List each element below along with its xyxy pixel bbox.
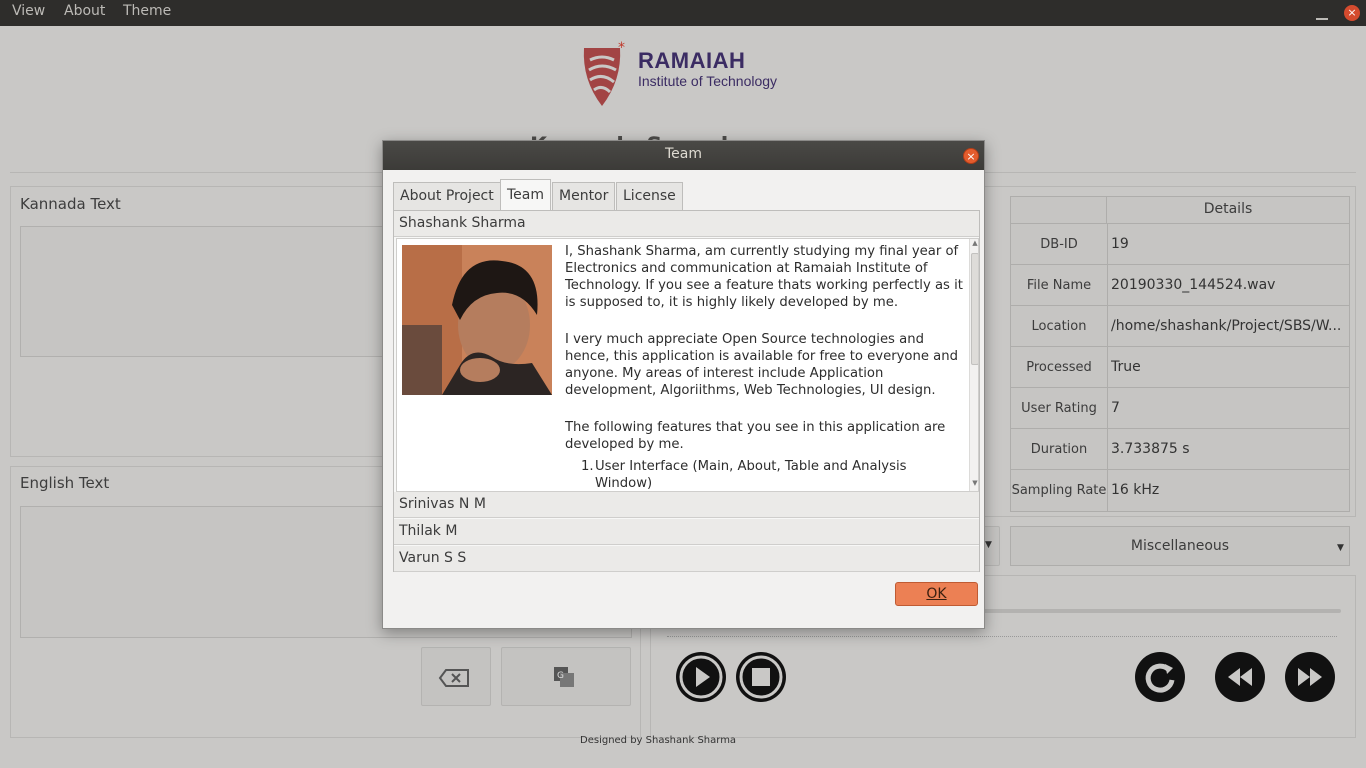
fast-forward-button[interactable] [1285,652,1335,702]
kannada-text-label: Kannada Text [20,195,121,213]
table-row: User Rating 7 [1011,387,1349,429]
detail-value: 20190330_144524.wav [1111,277,1276,293]
bio-paragraph-1: I, Shashank Sharma, am currently studyin… [565,244,963,310]
table-row: DB-ID 19 [1011,223,1349,265]
bio-paragraph-2: I very much appreciate Open Source techn… [565,332,958,398]
menu-about[interactable]: About [52,0,117,26]
details-corner [1011,197,1107,223]
menu-view[interactable]: View [0,0,57,26]
detail-value: 3.733875 s [1111,441,1190,457]
seek-slider[interactable] [981,609,1341,613]
tab-license[interactable]: License [616,182,683,210]
table-row: Location/home/shashank/Project/SBS/W... [1011,305,1349,347]
miscellaneous-dropdown[interactable]: Miscellaneous ▼ [1010,526,1350,566]
detail-key: Sampling Rate [1011,470,1108,511]
rewind-icon [1228,668,1252,686]
details-table: Details DB-ID 19 File Name 20190330_144524… [1010,196,1350,512]
details-header: Details [1203,201,1253,217]
detail-key: Duration [1011,429,1108,470]
detail-key: User Rating [1011,388,1108,429]
list-item: User Interface (Main, About, Table and A… [595,459,907,491]
dialog-close-icon[interactable]: × [963,148,979,164]
member-shashank-header[interactable]: Shashank Sharma [394,211,979,237]
bio-paragraph-3: The following features that you see in t… [565,420,946,452]
member-varun-header[interactable]: Varun S S [394,546,979,572]
scroll-thumb[interactable] [971,253,978,365]
table-row: Sampling Rate 16 kHz [1011,469,1349,511]
ramaiah-logo-icon: * [583,40,625,106]
table-row: Duration 3.733875 s [1011,428,1349,470]
member-thilak-header[interactable]: Thilak M [394,519,979,545]
stop-icon [739,655,783,699]
detail-value: 16 kHz [1111,482,1160,498]
detail-value: True [1111,359,1141,375]
clear-button[interactable] [421,647,491,706]
scroll-down-icon[interactable]: ▼ [971,479,978,489]
ok-button[interactable]: OK [895,582,978,606]
window-close-icon[interactable]: × [1344,5,1360,21]
logo-subtitle: Institute of Technology [638,73,778,89]
detail-key: File Name [1011,265,1108,306]
svg-text:G: G [557,671,564,681]
chevron-down-icon: ▼ [985,540,992,550]
tab-mentor[interactable]: Mentor [552,182,616,210]
detail-key: Processed [1011,347,1108,388]
play-button[interactable] [676,652,726,702]
dialog-title: Team [383,141,984,170]
replay-icon [1145,663,1175,693]
member-photo [402,245,552,395]
fast-forward-icon [1298,668,1322,686]
table-row: File Name 20190330_144524.wav [1011,264,1349,306]
translate-button[interactable]: G [501,647,631,706]
stop-button[interactable] [736,652,786,702]
play-icon [679,655,723,699]
detail-value: 19 [1111,236,1129,252]
svg-text:*: * [618,40,625,56]
footer-credit: Designed by Shashank Sharma [580,735,737,746]
rewind-button[interactable] [1215,652,1265,702]
translate-icon: G [554,667,574,687]
team-dialog: Team × About Project Team Mentor License… [382,140,985,629]
replay-button[interactable] [1135,652,1185,702]
tab-about-project[interactable]: About Project [393,182,501,210]
team-tab-pane: Shashank Sharma I, Shashank Sharma, am c… [393,210,980,572]
detail-value: /home/shashank/Project/SBS/W... [1111,318,1342,334]
detail-value: 7 [1111,400,1120,416]
menu-theme[interactable]: Theme [111,0,183,26]
chevron-down-icon: ▼ [1337,543,1344,553]
backspace-icon [438,669,469,687]
miscellaneous-label: Miscellaneous [1130,538,1230,554]
slider-ticks [667,636,1337,637]
bio-scrollbar[interactable]: ▲ ▼ [969,239,978,491]
scroll-up-icon[interactable]: ▲ [971,239,978,249]
menubar: View About Theme × [0,0,1366,26]
english-text-label: English Text [20,474,110,492]
logo-title: RAMAIAH [638,48,746,73]
detail-key: Location [1011,306,1108,347]
member-bio: I, Shashank Sharma, am currently studyin… [396,238,979,492]
minimize-icon[interactable] [1316,8,1328,20]
tab-team[interactable]: Team [500,179,552,211]
table-row: Processed True [1011,346,1349,388]
member-srinivas-header[interactable]: Srinivas N M [394,492,979,518]
detail-key: DB-ID [1011,224,1108,265]
